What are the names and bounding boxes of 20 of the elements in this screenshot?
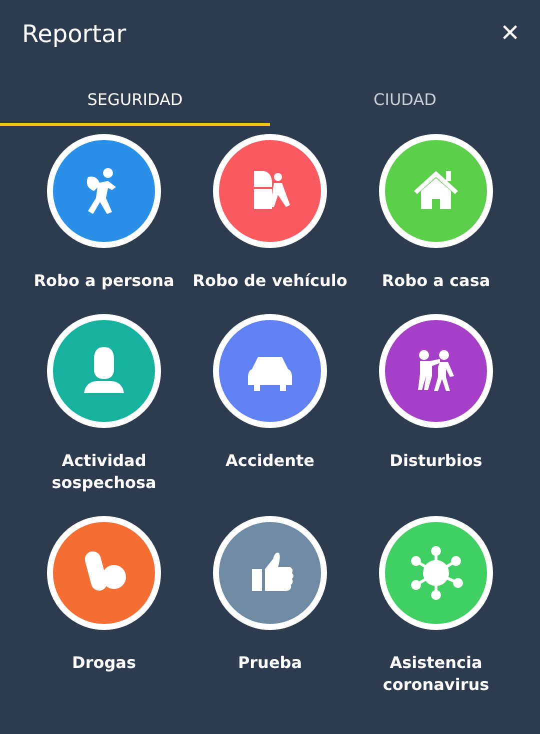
car-door-person-icon	[254, 171, 290, 209]
category-label: Robo a persona	[32, 270, 176, 292]
dialog-title: Reportar	[22, 20, 126, 48]
category-label: Drogas	[71, 652, 137, 674]
category-label: Accidente	[224, 450, 316, 472]
close-button[interactable]: ✕	[500, 22, 520, 46]
tab[interactable]: CIUDAD	[270, 76, 540, 126]
virus-icon	[411, 546, 463, 600]
category-label: Asistencia coronavirus	[382, 652, 490, 696]
pills-icon	[83, 550, 126, 592]
fighting-people-icon	[418, 350, 454, 391]
category-label: Disturbios	[388, 450, 484, 472]
category-label: Prueba	[236, 652, 304, 674]
thumbs-up-icon	[252, 552, 294, 591]
category-label: Robo a casa	[380, 270, 492, 292]
category-label: Actividad sospechosa	[50, 450, 158, 494]
thief-icon	[86, 168, 116, 214]
category-label: Robo de vehículo	[192, 270, 348, 292]
tab[interactable]: SEGURIDAD	[0, 76, 270, 126]
house-icon	[414, 171, 458, 209]
